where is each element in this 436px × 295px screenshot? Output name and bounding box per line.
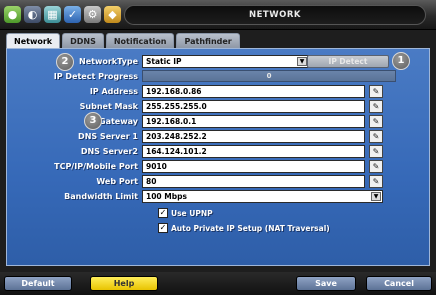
edit-pencil-icon[interactable]: ✎	[369, 115, 383, 128]
ip-address-row: IP Address 192.168.0.86 ✎	[7, 85, 431, 98]
tcp-port-row: TCP/IP/Mobile Port 9010 ✎	[7, 160, 431, 173]
tab-pathfinder[interactable]: Pathfinder	[176, 33, 240, 48]
subnet-mask-row: Subnet Mask 255.255.255.0 ✎	[7, 100, 431, 113]
edit-pencil-icon[interactable]: ✎	[369, 85, 383, 98]
dns1-label: DNS Server 1	[78, 132, 138, 141]
help-button[interactable]: Help	[90, 276, 158, 291]
shield-icon[interactable]: ◆	[104, 6, 121, 23]
tab-ddns[interactable]: DDNS	[62, 33, 104, 48]
top-bar: ● ◐ ▦ ✓ ⚙ ◆ NETWORK	[0, 0, 436, 30]
use-upnp-label: Use UPNP	[171, 208, 213, 218]
edit-pencil-icon[interactable]: ✎	[369, 160, 383, 173]
edit-pencil-icon[interactable]: ✎	[369, 130, 383, 143]
bandwidth-label: Bandwidth Limit	[64, 192, 138, 201]
network-type-label: NetworkType	[79, 57, 138, 66]
tcp-port-field[interactable]: 9010	[142, 160, 365, 173]
bandwidth-value: 100 Mbps	[146, 192, 187, 201]
edit-pencil-icon[interactable]: ✎	[369, 145, 383, 158]
ip-address-field[interactable]: 192.168.0.86	[142, 85, 365, 98]
use-upnp-checkbox[interactable]: ✓	[158, 208, 168, 218]
auto-private-ip-row: ✓ Auto Private IP Setup (NAT Traversal)	[158, 222, 330, 234]
auto-private-ip-checkbox[interactable]: ✓	[158, 223, 168, 233]
dns2-label: DNS Server2	[80, 147, 138, 156]
default-button[interactable]: Default	[4, 276, 72, 291]
bandwidth-select[interactable]: 100 Mbps ▼	[142, 190, 383, 203]
dns1-field[interactable]: 203.248.252.2	[142, 130, 365, 143]
callout-marker-2: 2	[56, 53, 74, 71]
edit-pencil-icon[interactable]: ✎	[369, 100, 383, 113]
network-icon[interactable]: ✓	[64, 6, 81, 23]
web-port-label: Web Port	[96, 177, 138, 186]
dns2-row: DNS Server2 164.124.101.2 ✎	[7, 145, 431, 158]
edit-pencil-icon[interactable]: ✎	[369, 175, 383, 188]
window-title: NETWORK	[124, 5, 426, 25]
cancel-button[interactable]: Cancel	[366, 276, 432, 291]
ip-detect-progress-label: IP Detect Progress	[53, 72, 138, 81]
auto-private-ip-label: Auto Private IP Setup (NAT Traversal)	[171, 223, 330, 233]
bottom-bar: Default Help Save Cancel	[0, 272, 436, 295]
network-settings-panel: NetworkType Static IP ▼ IP Detect IP Det…	[6, 48, 430, 266]
ip-detect-progress-bar: 0	[142, 70, 396, 82]
tcp-port-label: TCP/IP/Mobile Port	[54, 162, 138, 171]
network-type-value: Static IP	[146, 57, 182, 66]
chevron-down-icon[interactable]: ▼	[297, 57, 307, 66]
use-upnp-row: ✓ Use UPNP	[158, 207, 213, 219]
web-port-field[interactable]: 80	[142, 175, 365, 188]
dns2-field[interactable]: 164.124.101.2	[142, 145, 365, 158]
gateway-label: Gateway	[99, 117, 138, 126]
chevron-down-icon[interactable]: ▼	[371, 192, 381, 201]
callout-marker-1: 1	[392, 52, 410, 70]
callout-marker-3: 3	[84, 112, 102, 130]
web-port-row: Web Port 80 ✎	[7, 175, 431, 188]
dns1-row: DNS Server 1 203.248.252.2 ✎	[7, 130, 431, 143]
tab-bar: Network DDNS Notification Pathfinder	[6, 33, 240, 49]
save-button[interactable]: Save	[296, 276, 356, 291]
settings-icon[interactable]: ⚙	[84, 6, 101, 23]
ip-detect-progress-row: IP Detect Progress 0	[7, 70, 431, 83]
display-icon[interactable]: ▦	[44, 6, 61, 23]
subnet-mask-label: Subnet Mask	[79, 102, 138, 111]
gateway-row: Gateway 192.168.0.1 ✎	[7, 115, 431, 128]
ip-address-label: IP Address	[89, 87, 138, 96]
tab-notification[interactable]: Notification	[105, 33, 175, 48]
gateway-field[interactable]: 192.168.0.1	[142, 115, 365, 128]
network-type-select[interactable]: Static IP ▼	[142, 55, 309, 68]
camera-icon[interactable]: ●	[4, 6, 21, 23]
record-icon[interactable]: ◐	[24, 6, 41, 23]
subnet-mask-field[interactable]: 255.255.255.0	[142, 100, 365, 113]
ip-detect-button[interactable]: IP Detect	[307, 55, 389, 68]
tab-network[interactable]: Network	[6, 33, 61, 49]
bandwidth-row: Bandwidth Limit 100 Mbps ▼	[7, 190, 431, 203]
